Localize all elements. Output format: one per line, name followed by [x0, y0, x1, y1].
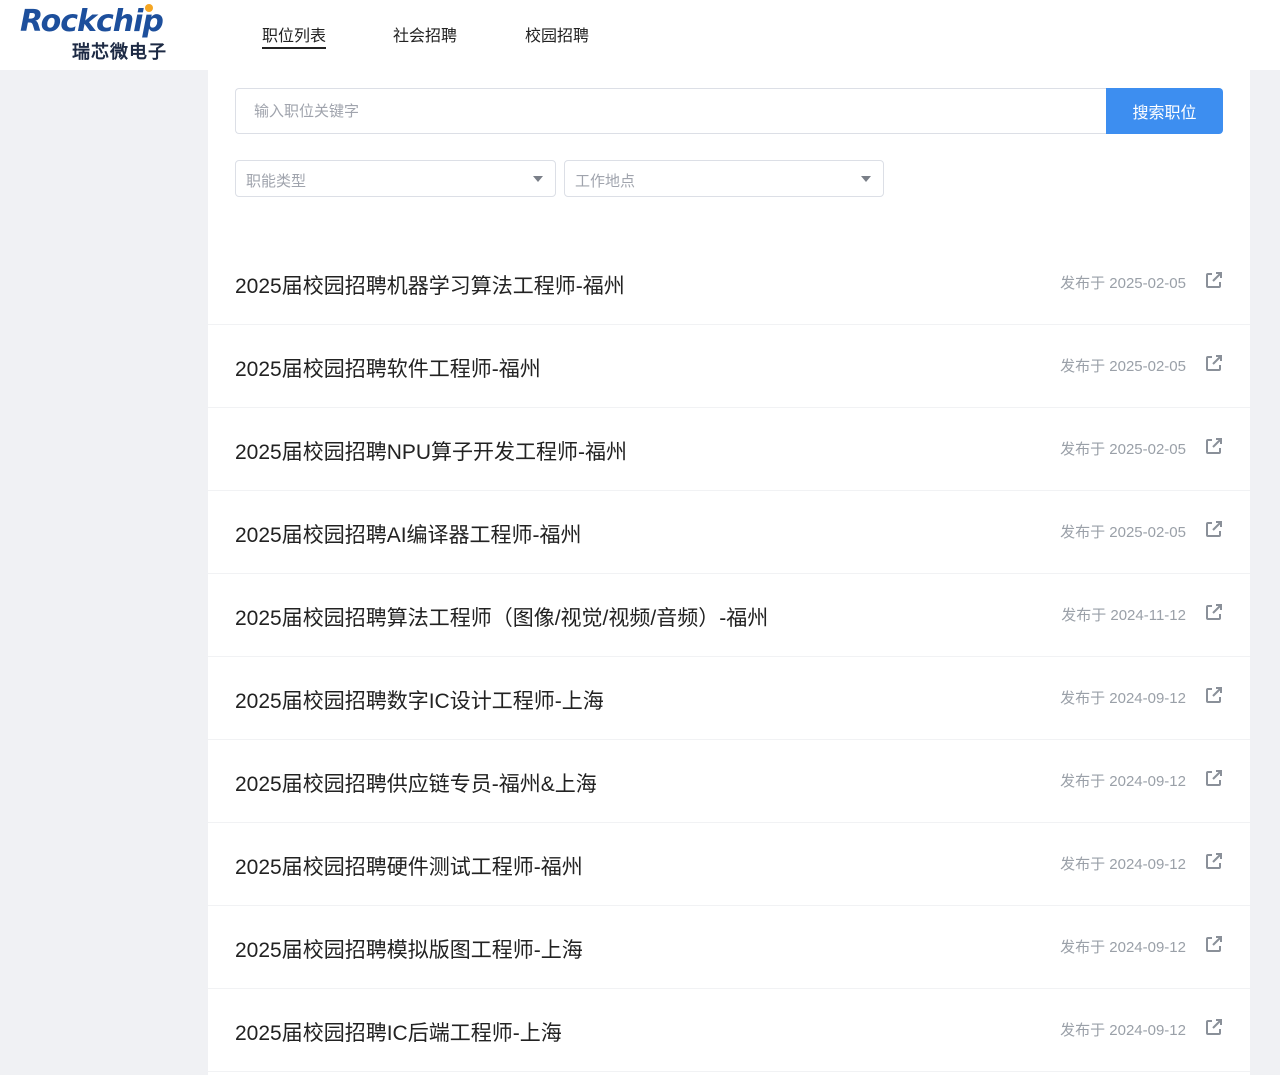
job-row[interactable]: 2025届校园招聘硬件测试工程师-福州 发布于 2024-09-12	[208, 823, 1250, 906]
nav-campus-recruitment[interactable]: 校园招聘	[525, 22, 589, 50]
job-publish-date: 发布于 2024-09-12	[1060, 690, 1186, 707]
job-title[interactable]: 2025届校园招聘模拟版图工程师-上海	[235, 934, 583, 964]
job-row[interactable]: 2025届校园招聘AI编译器工程师-福州 发布于 2025-02-05	[208, 491, 1250, 574]
share-icon[interactable]	[1204, 934, 1224, 954]
job-publish-date: 发布于 2025-02-05	[1060, 358, 1186, 375]
job-title[interactable]: 2025届校园招聘AI编译器工程师-福州	[235, 519, 582, 549]
share-icon[interactable]	[1204, 353, 1224, 373]
search-input[interactable]	[235, 88, 1107, 134]
job-title[interactable]: 2025届校园招聘供应链专员-福州&上海	[235, 768, 597, 798]
job-title[interactable]: 2025届校园招聘硬件测试工程师-福州	[235, 851, 583, 881]
job-row[interactable]: 2025届校园招聘NPU算子开发工程师-福州 发布于 2025-02-05	[208, 408, 1250, 491]
job-row[interactable]: 2025届校园招聘数字IC设计工程师-上海 发布于 2024-09-12	[208, 657, 1250, 740]
share-icon[interactable]	[1204, 851, 1224, 871]
job-publish-date: 发布于 2025-02-05	[1060, 524, 1186, 541]
job-title[interactable]: 2025届校园招聘数字IC设计工程师-上海	[235, 685, 604, 715]
job-row[interactable]: 2025届校园招聘算法工程师（图像/视觉/视频/音频）-福州 发布于 2024-…	[208, 574, 1250, 657]
job-row[interactable]: 2025届校园招聘IC后端工程师-上海 发布于 2024-09-12	[208, 989, 1250, 1072]
share-icon[interactable]	[1204, 602, 1224, 622]
job-title[interactable]: 2025届校园招聘NPU算子开发工程师-福州	[235, 436, 627, 466]
share-icon[interactable]	[1204, 685, 1224, 705]
job-list-panel: 搜索职位 职能类型 工作地点 2025届校园招聘机器学习算法工程师-福州 发布于…	[208, 70, 1250, 1075]
job-title[interactable]: 2025届校园招聘软件工程师-福州	[235, 353, 541, 383]
category-filter-label: 职能类型	[246, 173, 307, 190]
category-filter-select[interactable]: 职能类型	[235, 160, 556, 197]
job-row[interactable]: 2025届校园招聘模拟版图工程师-上海 发布于 2024-09-12	[208, 906, 1250, 989]
share-icon[interactable]	[1204, 1017, 1224, 1037]
location-filter-select[interactable]: 工作地点	[564, 160, 884, 197]
logo-dot	[145, 4, 153, 12]
job-row[interactable]: 2025届校园招聘机器学习算法工程师-福州 发布于 2025-02-05	[208, 242, 1250, 325]
search-bar: 搜索职位	[235, 88, 1223, 134]
nav-job-list[interactable]: 职位列表	[262, 22, 327, 50]
job-publish-date: 发布于 2024-09-12	[1060, 773, 1186, 790]
job-publish-date: 发布于 2025-02-05	[1060, 441, 1186, 458]
job-publish-date: 发布于 2024-09-12	[1060, 1022, 1186, 1039]
job-row[interactable]: 2025届校园招聘软件工程师-福州 发布于 2025-02-05	[208, 325, 1250, 408]
nav-social-recruitment[interactable]: 社会招聘	[393, 22, 457, 50]
job-publish-date: 发布于 2024-11-12	[1061, 607, 1186, 624]
job-title[interactable]: 2025届校园招聘机器学习算法工程师-福州	[235, 270, 625, 300]
chevron-down-icon	[533, 176, 543, 182]
logo-wordmark: Rockchip	[20, 4, 164, 39]
job-publish-date: 发布于 2025-02-05	[1060, 275, 1186, 292]
chevron-down-icon	[861, 176, 871, 182]
logo-chinese-name: 瑞芯微电子	[72, 42, 167, 62]
search-button[interactable]: 搜索职位	[1106, 88, 1223, 134]
job-title[interactable]: 2025届校园招聘IC后端工程师-上海	[235, 1017, 562, 1047]
job-title[interactable]: 2025届校园招聘算法工程师（图像/视觉/视频/音频）-福州	[235, 602, 768, 632]
share-icon[interactable]	[1204, 436, 1224, 456]
job-publish-date: 发布于 2024-09-12	[1060, 939, 1186, 956]
job-list: 2025届校园招聘机器学习算法工程师-福州 发布于 2025-02-05 202…	[208, 242, 1250, 1072]
share-icon[interactable]	[1204, 519, 1224, 539]
top-header: Rockchip 瑞芯微电子 职位列表 社会招聘 校园招聘	[0, 0, 1280, 70]
job-row[interactable]: 2025届校园招聘供应链专员-福州&上海 发布于 2024-09-12	[208, 740, 1250, 823]
location-filter-label: 工作地点	[575, 173, 636, 190]
share-icon[interactable]	[1204, 270, 1224, 290]
rockchip-logo[interactable]: Rockchip 瑞芯微电子	[20, 4, 180, 62]
share-icon[interactable]	[1204, 768, 1224, 788]
job-publish-date: 发布于 2024-09-12	[1060, 856, 1186, 873]
